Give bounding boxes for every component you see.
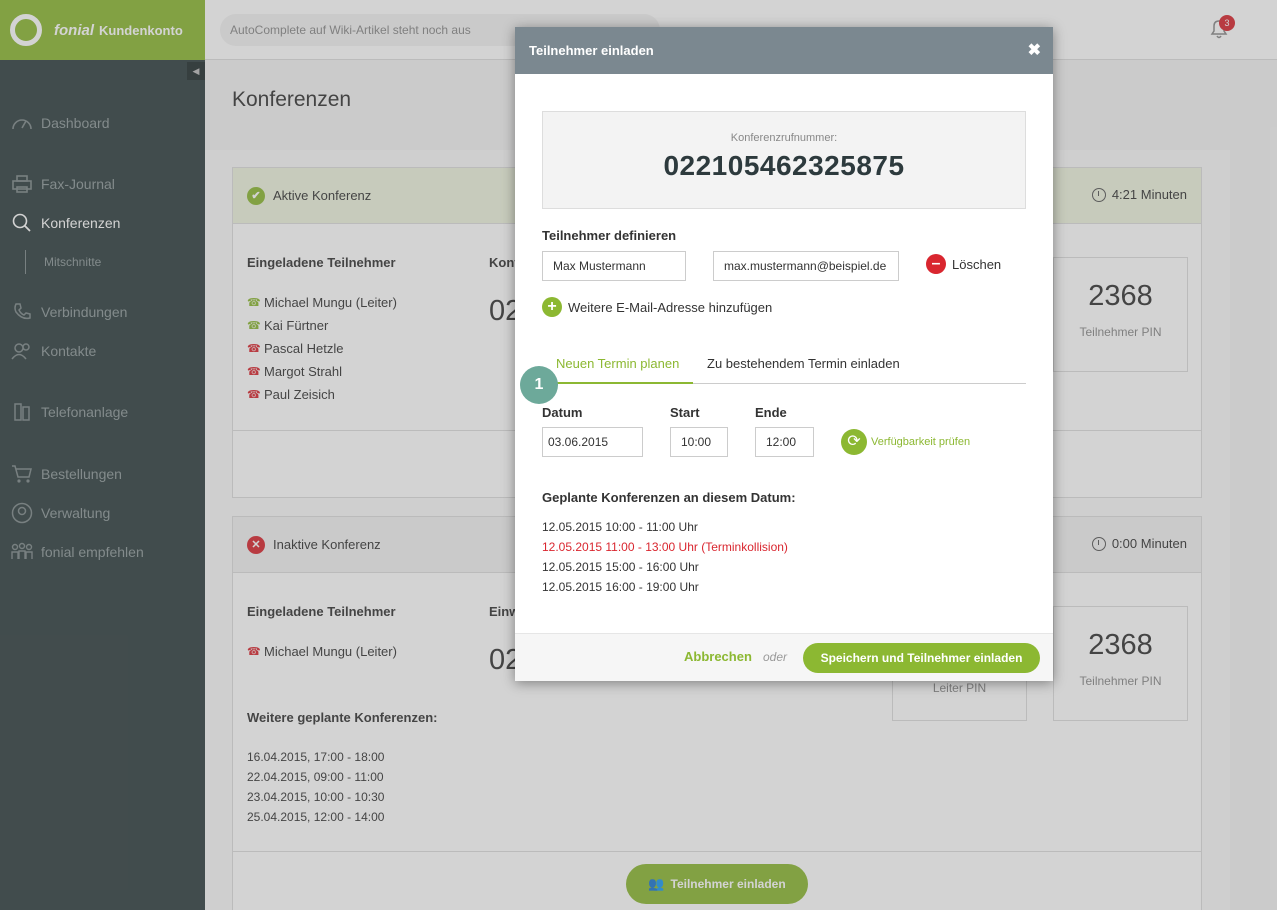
schedule-tabs: Neuen Termin planen Zu bestehendem Termi…	[542, 346, 1026, 384]
list-item: 12.05.2015 15:00 - 16:00 Uhr	[542, 560, 699, 574]
invite-modal: Teilnehmer einladen ✖ Konferenzrufnummer…	[515, 27, 1053, 681]
modal-footer: Abbrechen oder Speichern und Teilnehmer …	[515, 633, 1053, 681]
participant-name-field[interactable]: Max Mustermann	[542, 251, 686, 281]
end-label: Ende	[755, 405, 787, 420]
planned-heading: Geplante Konferenzen an diesem Datum:	[542, 490, 796, 505]
step-badge: 1	[520, 366, 558, 404]
planned-conferences-list: 12.05.2015 10:00 - 11:00 Uhr 12.05.2015 …	[542, 517, 788, 597]
refresh-icon: ⟳	[841, 429, 867, 455]
add-email-button[interactable]: + Weitere E-Mail-Adresse hinzufügen	[542, 297, 772, 317]
end-time-field[interactable]: 12:00	[755, 427, 814, 457]
conference-number-box: Konferenzrufnummer: 022105462325875	[542, 111, 1026, 209]
list-item: 12.05.2015 10:00 - 11:00 Uhr	[542, 520, 698, 534]
tab-new-appointment[interactable]: Neuen Termin planen	[542, 346, 694, 384]
save-and-invite-button[interactable]: Speichern und Teilnehmer einladen	[803, 643, 1040, 673]
close-icon[interactable]: ✖	[1028, 27, 1041, 74]
conference-number-label: Konferenzrufnummer:	[730, 132, 838, 144]
delete-participant-button[interactable]: – Löschen	[926, 254, 1001, 274]
start-label: Start	[670, 405, 700, 420]
check-availability-label: Verfügbarkeit prüfen	[871, 436, 971, 448]
tab-existing-appointment[interactable]: Zu bestehendem Termin einladen	[693, 346, 914, 384]
participant-email-field[interactable]: max.mustermann@beispiel.de	[713, 251, 899, 281]
list-item: 12.05.2015 16:00 - 19:00 Uhr	[542, 580, 699, 594]
or-separator: oder	[763, 650, 788, 664]
date-field[interactable]: 03.06.2015	[542, 427, 643, 457]
modal-header: Teilnehmer einladen ✖	[515, 27, 1053, 74]
plus-circle-icon: +	[542, 297, 562, 317]
delete-label: Löschen	[952, 256, 1002, 272]
check-availability-button[interactable]: ⟳ Verfügbarkeit prüfen	[841, 429, 970, 455]
cancel-button[interactable]: Abbrechen	[684, 649, 752, 664]
start-time-field[interactable]: 10:00	[670, 427, 728, 457]
list-item-conflict: 12.05.2015 11:00 - 13:00 Uhr (Terminkoll…	[542, 540, 788, 554]
modal-title: Teilnehmer einladen	[529, 43, 654, 58]
conference-number: 022105462325875	[663, 150, 905, 181]
add-email-label: Weitere E-Mail-Adresse hinzufügen	[568, 299, 773, 315]
define-participants-heading: Teilnehmer definieren	[542, 228, 677, 243]
date-label: Datum	[542, 405, 583, 420]
minus-circle-icon: –	[926, 254, 946, 274]
